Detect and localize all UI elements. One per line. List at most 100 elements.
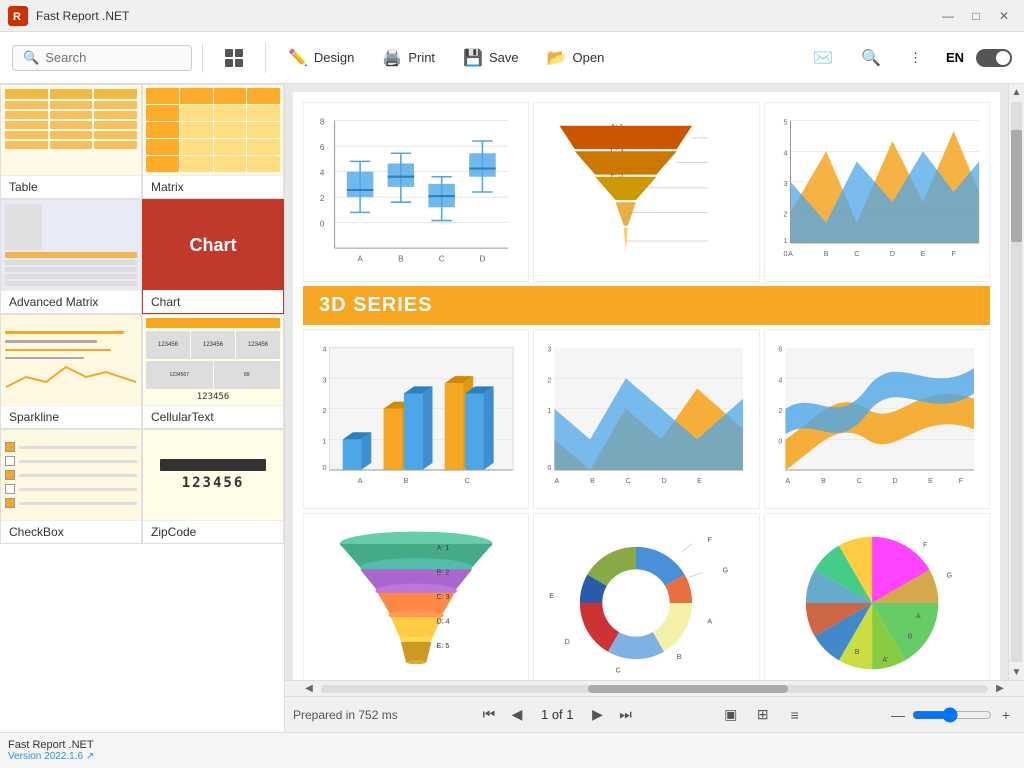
scroll-left-button[interactable]: ◀	[301, 681, 317, 697]
app-name: Fast Report .NET	[8, 739, 94, 751]
titlebar: R Fast Report .NET — □ ✕	[0, 0, 1024, 32]
svg-text:A: A	[785, 477, 790, 485]
3d-charts-row-1: 4 3 2 1 0	[303, 329, 990, 509]
open-icon: 📂	[547, 48, 567, 68]
svg-text:A: A	[788, 250, 793, 258]
theme-toggle[interactable]	[976, 49, 1012, 67]
statusbar: Fast Report .NET Version 2022.1.6 ↗	[0, 732, 1024, 768]
table-thumb	[1, 85, 141, 175]
matrix-thumb	[143, 85, 283, 175]
app-version[interactable]: Version 2022.1.6 ↗	[8, 751, 94, 762]
maximize-button[interactable]: □	[964, 6, 988, 26]
svg-text:A: A	[358, 477, 363, 485]
scroll-track[interactable]	[1011, 102, 1022, 662]
svg-text:E: E	[550, 592, 555, 600]
svg-text:D: 4: D: 4	[437, 617, 450, 625]
more-icon: ⋮	[909, 50, 922, 66]
svg-text:B: B	[677, 653, 682, 661]
svg-text:F: F	[958, 477, 963, 485]
sidebar-item-advanced-matrix[interactable]: Advanced Matrix	[0, 199, 142, 314]
open-button[interactable]: 📂 Open	[535, 42, 617, 74]
last-page-button[interactable]: ⏭	[614, 703, 638, 727]
language-button[interactable]: EN	[938, 46, 972, 69]
sidebar-item-cellulartext[interactable]: 123456 123456 123456 1234567 89 123456 C…	[142, 314, 284, 429]
content-area: 8 6 4 2 0	[285, 84, 1024, 732]
svg-text:0: 0	[320, 220, 325, 229]
chart-thumb: Chart	[143, 200, 283, 290]
find-button[interactable]: 🔍	[849, 42, 893, 74]
svg-text:E: E	[920, 250, 925, 258]
two-page-button[interactable]: ⊞	[749, 703, 777, 727]
scroll-right-button[interactable]: ▶	[992, 681, 1008, 697]
sidebar-grid: Table Matrix	[0, 84, 284, 544]
area-svg: 5 4 3 2 1 0	[765, 103, 989, 281]
search-input[interactable]	[45, 50, 175, 65]
search-icon: 🔍	[23, 50, 39, 66]
svg-text:4: 4	[322, 346, 326, 354]
find-icon: 🔍	[861, 48, 881, 68]
matrix-preview	[143, 85, 283, 175]
save-button[interactable]: 💾 Save	[451, 42, 531, 74]
chart-preview: Chart	[143, 200, 283, 290]
minimize-button[interactable]: —	[936, 6, 960, 26]
3d-funnel-chart: A: 1 B: 2 C: 3 D: 4 E: 5	[303, 513, 529, 680]
more-button[interactable]: ⋮	[897, 44, 934, 72]
scroll-up-button[interactable]: ▲	[1009, 84, 1024, 100]
zoom-in-button[interactable]: +	[996, 705, 1016, 725]
design-button[interactable]: ✏️ Design	[276, 42, 366, 74]
svg-text:2: 2	[320, 194, 325, 203]
svg-text:G: G	[946, 572, 952, 580]
print-label: Print	[408, 50, 435, 65]
search-box[interactable]: 🔍	[12, 45, 192, 71]
svg-text:5: 5	[783, 119, 787, 127]
svg-text:G: G	[723, 566, 729, 574]
continuous-button[interactable]: ≡	[781, 703, 809, 727]
3d-ribbon-chart: 6 4 2 0 A B C	[764, 329, 990, 509]
table-preview	[1, 85, 141, 175]
3d-charts-row-2: A: 1 B: 2 C: 3 D: 4 E: 5	[303, 513, 990, 680]
print-button[interactable]: 🖨️ Print	[370, 42, 447, 74]
close-button[interactable]: ✕	[992, 6, 1016, 26]
svg-text:3: 3	[322, 376, 326, 384]
svg-text:C: 3: C: 3	[437, 593, 450, 601]
scroll-down-button[interactable]: ▼	[1009, 664, 1024, 680]
email-button[interactable]: ✉️	[801, 42, 845, 74]
horizontal-scrollbar[interactable]: ◀ ▶	[285, 680, 1024, 696]
zoom-slider[interactable]	[912, 707, 992, 723]
sidebar-item-matrix[interactable]: Matrix	[142, 84, 284, 199]
svg-text:F: F	[951, 250, 956, 258]
titlebar-controls[interactable]: — □ ✕	[936, 6, 1016, 26]
svg-text:4: 4	[778, 376, 782, 384]
svg-text:2: 2	[783, 210, 787, 218]
sidebar-item-zipcode[interactable]: 123456 ZipCode	[142, 429, 284, 544]
h-scroll-track[interactable]	[321, 685, 988, 693]
svg-text:C: C	[626, 477, 631, 485]
open-label: Open	[573, 50, 605, 65]
grid-icon	[225, 49, 243, 67]
sidebar-item-table[interactable]: Table	[0, 84, 142, 199]
matrix-label: Matrix	[143, 175, 283, 198]
svg-text:B: 2: B: 2	[437, 568, 450, 576]
h-scroll-thumb	[588, 685, 788, 693]
colorful-pie-svg: F G A B A' B	[765, 514, 989, 680]
zoom-out-button[interactable]: —	[888, 705, 908, 725]
content-scroll[interactable]: 8 6 4 2 0	[285, 84, 1008, 680]
single-page-button[interactable]: ▣	[717, 703, 745, 727]
next-page-button[interactable]: ▶	[586, 703, 610, 727]
sidebar-item-chart[interactable]: Chart Chart	[142, 199, 284, 314]
sidebar-item-checkbox[interactable]: CheckBox	[0, 429, 142, 544]
prev-page-button[interactable]: ◀	[505, 703, 529, 727]
checkbox-label: CheckBox	[1, 520, 141, 543]
cellular-preview: 123456 123456 123456 1234567 89 123456	[143, 315, 283, 405]
sparkline-thumb	[1, 315, 141, 405]
3d-ribbon-svg: 6 4 2 0 A B C	[765, 330, 989, 508]
design-icon: ✏️	[288, 48, 308, 68]
sidebar-item-sparkline[interactable]: Sparkline	[0, 314, 142, 429]
first-page-button[interactable]: ⏮	[477, 703, 501, 727]
svg-text:B: B	[854, 648, 859, 656]
vertical-scrollbar[interactable]: ▲ ▼	[1008, 84, 1024, 680]
titlebar-left: R Fast Report .NET	[8, 6, 129, 26]
save-icon: 💾	[463, 48, 483, 68]
grid-view-button[interactable]	[213, 43, 255, 73]
chart-label: Chart	[143, 290, 283, 313]
